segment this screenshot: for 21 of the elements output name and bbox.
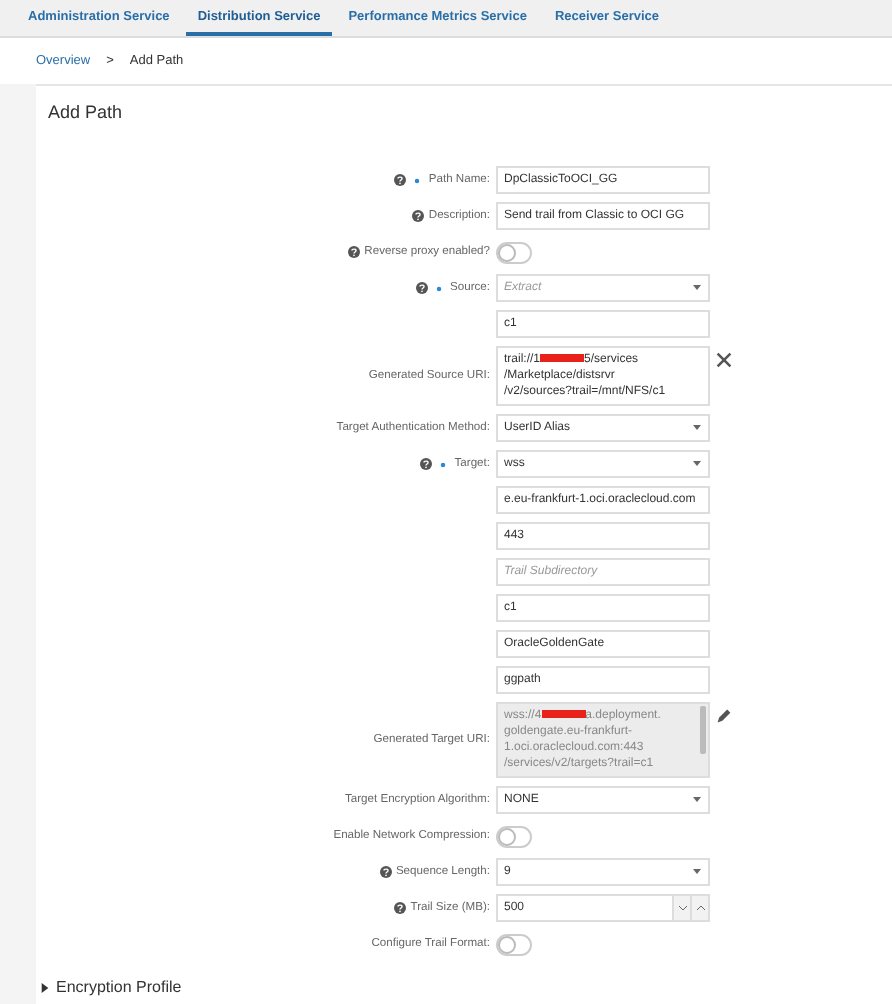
- help-icon[interactable]: [416, 282, 429, 294]
- help-icon[interactable]: [348, 246, 361, 258]
- toggle-switch[interactable]: [496, 241, 532, 263]
- chevron-down-icon: [677, 904, 687, 912]
- help-icon[interactable]: [394, 902, 407, 914]
- caret-icon: [692, 868, 702, 876]
- toggle-switch[interactable]: [496, 825, 532, 847]
- help-icon[interactable]: [379, 866, 392, 878]
- chevron-up-icon: [695, 904, 705, 912]
- caret-icon: [692, 796, 702, 804]
- expand-icon[interactable]: [40, 981, 50, 993]
- help-icon[interactable]: [394, 174, 407, 186]
- help-icon[interactable]: [412, 210, 425, 222]
- help-icon[interactable]: [420, 458, 433, 470]
- section-header[interactable]: Encryption Profile: [56, 978, 182, 996]
- close-icon[interactable]: [716, 352, 732, 368]
- caret-icon: [692, 460, 702, 468]
- toggle-switch[interactable]: [496, 933, 532, 955]
- caret-icon: [692, 424, 702, 432]
- form-title: Add Path: [48, 102, 125, 122]
- caret-icon: [692, 284, 702, 292]
